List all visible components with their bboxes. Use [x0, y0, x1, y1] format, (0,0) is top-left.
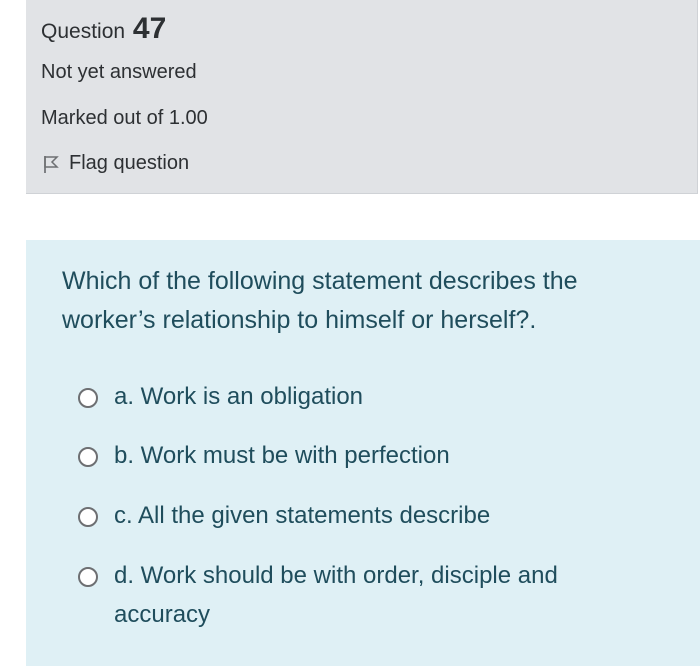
- answer-option-label: a. Work is an obligation: [114, 383, 364, 410]
- flag-outline-icon: [41, 154, 61, 174]
- left-margin: [0, 0, 26, 666]
- question-content-panel: Which of the following statement describ…: [26, 240, 700, 666]
- answer-option-c[interactable]: c. All the given statements describe: [78, 496, 614, 535]
- question-text: Which of the following statement describ…: [62, 267, 578, 334]
- radio-button-a[interactable]: [78, 388, 98, 408]
- quiz-page: Question 47 Not yet answered Marked out …: [0, 0, 700, 666]
- question-label: Question: [41, 20, 126, 43]
- answer-option-label: d. Work should be with order, disciple a…: [114, 562, 558, 628]
- radio-button-d[interactable]: [78, 567, 98, 587]
- answer-option-a[interactable]: a. Work is an obligation: [78, 377, 614, 416]
- answer-option-b[interactable]: b. Work must be with perfection: [78, 436, 614, 475]
- radio-button-c[interactable]: [78, 507, 98, 527]
- flag-question-button[interactable]: Flag question: [41, 152, 189, 175]
- answer-option-label: c. All the given statements describe: [114, 502, 491, 529]
- flag-question-label: Flag question: [69, 152, 190, 174]
- radio-button-b[interactable]: [78, 447, 98, 467]
- question-info-panel: Question 47 Not yet answered Marked out …: [26, 0, 698, 194]
- answer-option-d[interactable]: d. Work should be with order, disciple a…: [78, 556, 614, 634]
- question-header: Question 47: [41, 12, 166, 46]
- question-state: Not yet answered: [41, 61, 197, 83]
- question-grade: Marked out of 1.00: [41, 107, 208, 129]
- answer-option-label: b. Work must be with perfection: [114, 442, 450, 469]
- question-number: 47: [132, 12, 167, 45]
